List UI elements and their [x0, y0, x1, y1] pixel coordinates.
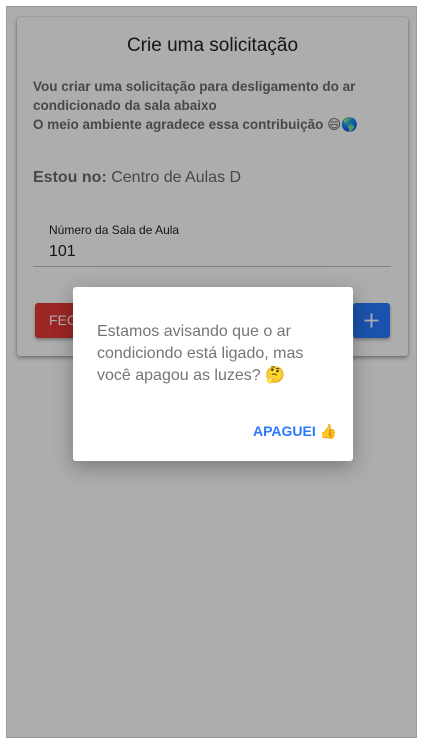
alert-dialog: Estamos avisando que o ar condiciondo es…	[73, 287, 353, 461]
dialog-message: Estamos avisando que o ar condiciondo es…	[97, 323, 304, 384]
app-screen: Crie uma solicitação Vou criar uma solic…	[6, 6, 417, 738]
confirm-lights-off-button[interactable]: APAGUEI 👍	[253, 423, 337, 440]
